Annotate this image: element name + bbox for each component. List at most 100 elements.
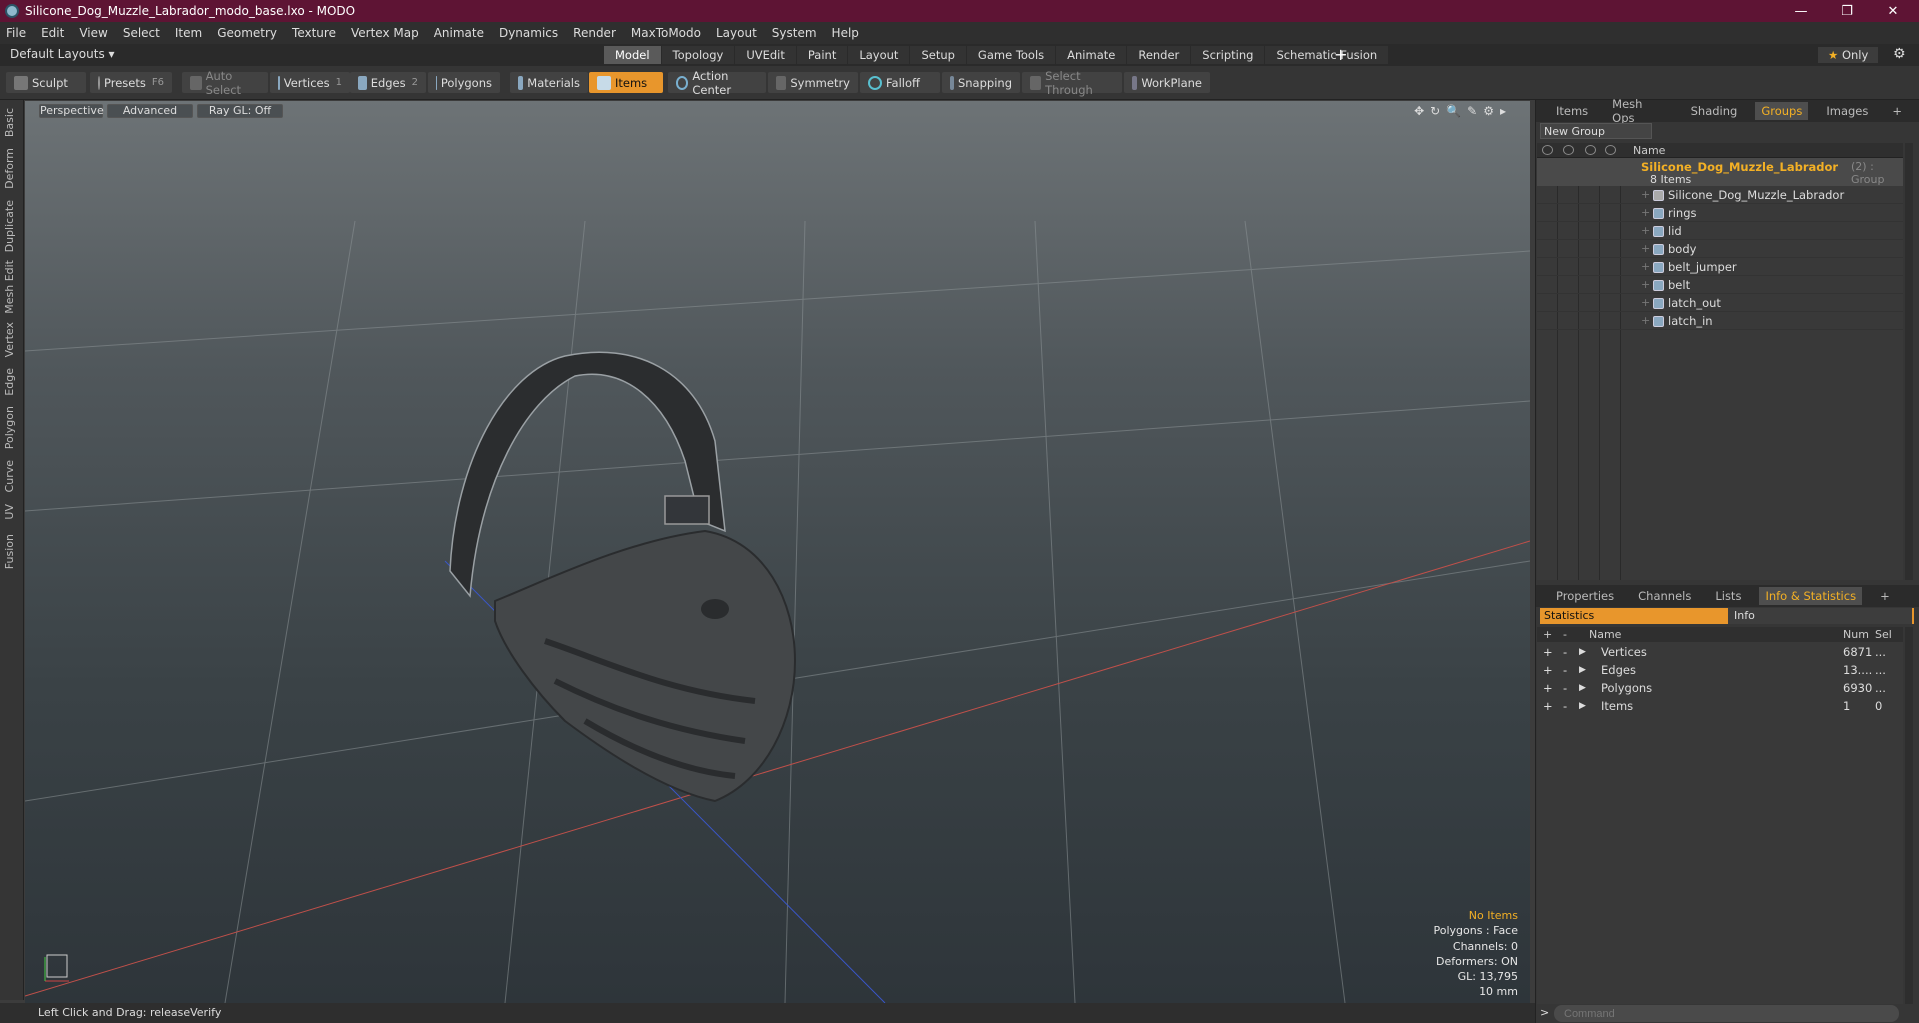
tab-schematic-fusion[interactable]: Schematic Fusion [1265,46,1389,64]
items-button[interactable]: Items [589,72,663,93]
stats-add-button[interactable]: + [1543,699,1553,713]
sculpt-button[interactable]: Sculpt [6,72,86,93]
visibility-icon[interactable] [1542,145,1553,155]
tab-groups[interactable]: Groups [1755,102,1809,120]
falloff-button[interactable]: Falloff [860,72,940,93]
tree-item-row[interactable]: + latch_in [1537,312,1903,330]
minimize-button[interactable]: — [1778,0,1824,22]
menu-item[interactable]: Item [175,26,202,40]
stats-scrollbar[interactable] [1905,627,1913,1004]
expand-icon[interactable]: ▶ [1579,701,1586,711]
vtab-curve[interactable]: Curve [3,460,16,492]
tree-item-row[interactable]: + lid [1537,222,1903,240]
tree-item-row[interactable]: + belt [1537,276,1903,294]
tab-model[interactable]: Model [604,46,661,64]
tree-item-row[interactable]: + rings [1537,204,1903,222]
tab-channels[interactable]: Channels [1632,587,1697,605]
presets-button[interactable]: Presets F6 [90,72,172,93]
tab-properties[interactable]: Properties [1550,587,1620,605]
select-through-button[interactable]: Select Through [1022,69,1122,97]
stats-remove-button[interactable]: - [1563,645,1567,659]
menu-system[interactable]: System [772,26,817,40]
stats-add-button[interactable]: + [1543,681,1553,695]
select-icon[interactable] [1605,145,1616,155]
add-panel-tab-button[interactable]: + [1886,102,1908,120]
vtab-vertex[interactable]: Vertex [3,322,16,357]
tree-item-row[interactable]: + latch_out [1537,294,1903,312]
info-tab[interactable]: Info [1728,608,1912,624]
expand-icon[interactable]: ▶ [1579,665,1586,675]
close-button[interactable]: ✕ [1870,0,1916,22]
tree-item-row[interactable]: + Silicone_Dog_Muzzle_Labrador [1537,186,1903,204]
layout-selector[interactable]: Default Layouts ▾ [10,47,115,61]
vtab-uv[interactable]: UV [3,504,16,520]
command-input[interactable] [1554,1005,1899,1022]
tab-animate[interactable]: Animate [1056,46,1127,64]
stats-add-button[interactable]: + [1543,645,1553,659]
tab-render[interactable]: Render [1127,46,1191,64]
polygons-button[interactable]: Polygons [428,72,500,93]
vtab-fusion[interactable]: Fusion [3,534,16,569]
stats-add-all[interactable]: + [1543,628,1552,641]
menu-render[interactable]: Render [573,26,616,40]
new-group-button[interactable]: New Group [1540,123,1652,139]
menu-layout[interactable]: Layout [716,26,757,40]
stats-row[interactable]: + - ▶ Vertices 6871 ... [1537,643,1903,661]
menu-select[interactable]: Select [123,26,160,40]
action-center-button[interactable]: Action Center [668,69,766,97]
tab-setup[interactable]: Setup [910,46,966,64]
vertices-button[interactable]: Vertices 1 [270,72,350,93]
stats-add-button[interactable]: + [1543,663,1553,677]
auto-select-button[interactable]: Auto Select [182,69,268,97]
workplane-button[interactable]: WorkPlane [1124,72,1210,93]
3d-viewport[interactable]: Perspective Advanced Ray GL: Off ✥↻🔍✎⚙▸ [25,101,1530,1003]
menu-edit[interactable]: Edit [41,26,64,40]
expand-icon[interactable]: ▶ [1579,683,1586,693]
menu-vertex-map[interactable]: Vertex Map [351,26,419,40]
stats-row[interactable]: + - ▶ Polygons 6930 ... [1537,679,1903,697]
edges-button[interactable]: Edges 2 [350,72,426,93]
only-toggle[interactable]: ★ Only [1818,47,1879,63]
group-row[interactable]: Silicone_Dog_Muzzle_Labrador (2) : Group… [1537,158,1903,186]
expand-icon[interactable]: ▶ [1579,647,1586,657]
vtab-mesh-edit[interactable]: Mesh Edit [3,260,16,314]
menu-help[interactable]: Help [832,26,859,40]
tab-topology[interactable]: Topology [661,46,735,64]
menu-texture[interactable]: Texture [292,26,336,40]
tab-shading[interactable]: Shading [1685,102,1744,120]
symmetry-button[interactable]: Symmetry [768,72,858,93]
menu-file[interactable]: File [6,26,26,40]
tree-item-row[interactable]: + belt_jumper [1537,258,1903,276]
tab-layout[interactable]: Layout [848,46,910,64]
materials-button[interactable]: Materials [510,72,588,93]
menu-maxtomodo[interactable]: MaxToModo [631,26,701,40]
snapping-button[interactable]: Snapping [942,72,1020,93]
vtab-edge[interactable]: Edge [3,368,16,396]
stats-remove-button[interactable]: - [1563,663,1567,677]
maximize-button[interactable]: ❐ [1824,0,1870,22]
tab-paint[interactable]: Paint [796,46,848,64]
stats-remove-button[interactable]: - [1563,681,1567,695]
statistics-tab[interactable]: Statistics Info [1540,608,1914,624]
vtab-basic[interactable]: Basic [3,108,16,137]
tree-scrollbar[interactable] [1905,143,1913,580]
tree-item-row[interactable]: + body [1537,240,1903,258]
lock-icon[interactable] [1585,145,1596,155]
tab-game-tools[interactable]: Game Tools [966,46,1056,64]
stats-row[interactable]: + - ▶ Edges 13.... ... [1537,661,1903,679]
gear-icon[interactable]: ⚙ [1893,46,1906,62]
tab-lists[interactable]: Lists [1709,587,1747,605]
stats-remove-all[interactable]: - [1563,628,1567,641]
menu-animate[interactable]: Animate [434,26,484,40]
add-bottom-tab-button[interactable]: + [1874,587,1896,605]
vtab-polygon[interactable]: Polygon [3,406,16,449]
menu-dynamics[interactable]: Dynamics [499,26,558,40]
add-tab-button[interactable]: + [1334,45,1347,64]
render-icon[interactable] [1563,145,1574,155]
vtab-duplicate[interactable]: Duplicate [3,200,16,252]
menu-view[interactable]: View [79,26,107,40]
tab-info-statistics[interactable]: Info & Statistics [1759,587,1863,605]
tab-uvedit[interactable]: UVEdit [735,46,796,64]
tab-scripting[interactable]: Scripting [1191,46,1265,64]
tab-images[interactable]: Images [1820,102,1874,120]
